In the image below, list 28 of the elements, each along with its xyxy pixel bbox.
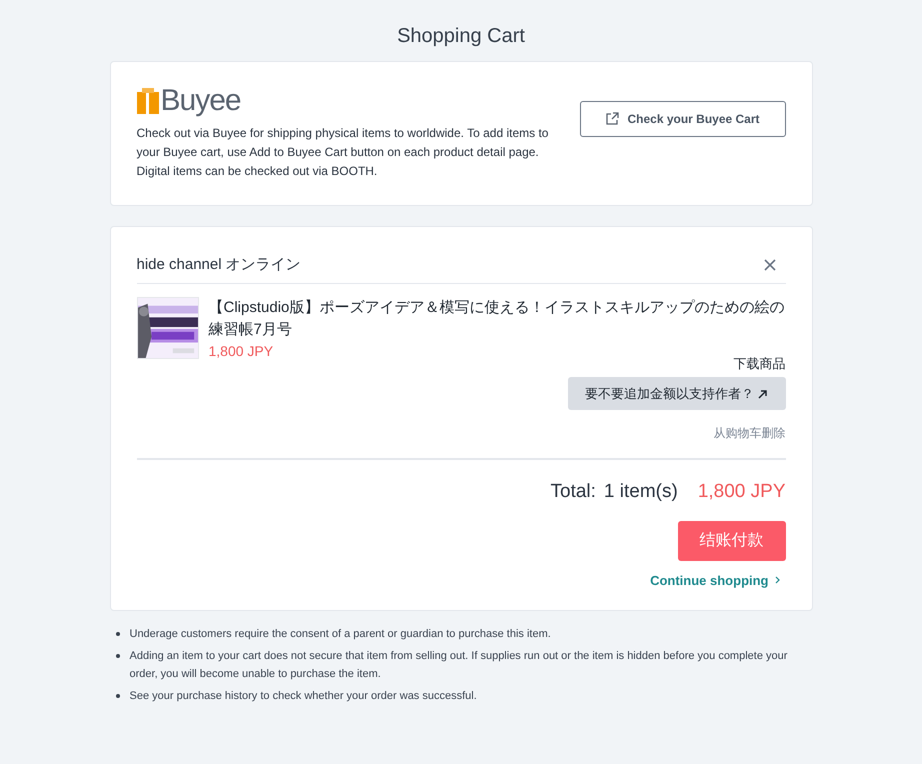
remove-link[interactable]: 从购物车删除 [714, 424, 786, 442]
continue-shopping-link[interactable]: Continue shopping [650, 570, 780, 590]
item-count: 1 item(s) [604, 480, 678, 504]
support-author-button[interactable]: 要不要追加金额以支持作者？ [568, 377, 786, 410]
note-text: See your purchase history to check whether your order was successful. [130, 689, 477, 704]
buyee-logo: Buyee [160, 86, 241, 116]
shop-name: hide channel オンライン [136, 255, 301, 275]
buyee-description: Digital items can be checked out via BOOTH. [136, 163, 378, 180]
chevron-right-icon [774, 576, 780, 584]
item-title: 【Clipstudio版】ポーズアイデア＆模写に使える！イラストスキルアップのための絵の練習帳7月号 [208, 298, 786, 340]
checkout-button[interactable]: 结账付款 [678, 520, 786, 560]
arrow-icon [758, 388, 768, 398]
item-type: 下载商品 [734, 355, 786, 373]
close-icon [764, 259, 776, 271]
page-title: Shopping Cart [397, 24, 525, 48]
total-price: 1,800 JPY [698, 480, 786, 504]
bullet-icon [116, 694, 120, 698]
buyee-description: Check out via Buyee for shipping physical items to worldwide. To add items to your Buyee cart, use Add to Buyee Cart button on each product detail page. [136, 125, 550, 161]
total-label: Total: [550, 480, 596, 504]
box-icon [136, 88, 158, 114]
note-text: Adding an item to your cart does not secure that item from selling out. If supplies run out or the item is hidden before you complete your order, you will become unable to purchase the item. [130, 649, 788, 682]
item-price: 1,800 JPY [208, 342, 274, 361]
close-button[interactable] [764, 259, 776, 271]
bullet-icon [116, 632, 120, 636]
note-text: Underage customers require the consent of a parent or guardian to purchase this item. [130, 627, 551, 642]
check-buyee-cart-button[interactable]: Check your Buyee Cart [580, 101, 786, 137]
external-link-icon [605, 112, 620, 126]
bullet-icon [116, 654, 120, 658]
